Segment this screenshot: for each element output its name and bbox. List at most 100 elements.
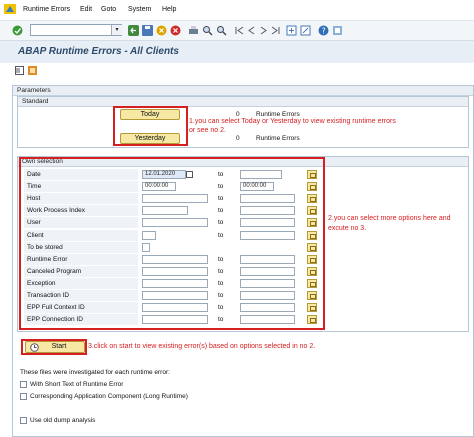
menu-edit[interactable]: Edit xyxy=(80,6,92,13)
first-page-icon[interactable] xyxy=(234,25,245,36)
multiple-selection-icon[interactable] xyxy=(307,267,317,276)
selection-to-field[interactable] xyxy=(240,231,295,240)
multiple-selection-icon[interactable] xyxy=(307,231,317,240)
selection-from-field[interactable] xyxy=(142,291,208,300)
short-text-checkbox[interactable] xyxy=(20,381,27,388)
calendar-icon[interactable] xyxy=(186,171,193,178)
selection-to-field[interactable] xyxy=(240,315,295,324)
standard-frame-header: Standard xyxy=(18,97,468,107)
yesterday-result-label: Runtime Errors xyxy=(256,135,300,142)
row-label-background xyxy=(24,169,138,180)
selection-label: EPP Connection ID xyxy=(27,316,83,323)
multiple-selection-icon[interactable] xyxy=(307,315,317,324)
command-field[interactable] xyxy=(30,24,122,36)
multiple-selection-icon[interactable] xyxy=(307,170,317,179)
sap-logo-icon xyxy=(4,4,16,14)
multiple-selection-icon[interactable] xyxy=(307,243,317,252)
page-title: ABAP Runtime Errors - All Clients xyxy=(18,46,179,57)
execute-clock-icon xyxy=(30,343,39,356)
multiple-selection-icon[interactable] xyxy=(307,206,317,215)
selection-label: Canceled Program xyxy=(27,268,82,275)
to-label: to xyxy=(218,195,224,202)
new-session-icon[interactable] xyxy=(286,25,297,36)
menu-system[interactable]: System xyxy=(128,6,151,13)
selection-to-field[interactable]: 00:00:00 xyxy=(240,182,274,191)
execute-icon[interactable] xyxy=(15,66,24,75)
selection-label: Work Process Index xyxy=(27,207,86,214)
yesterday-button[interactable]: Yesterday xyxy=(120,133,180,144)
selection-to-field[interactable] xyxy=(240,291,295,300)
find-icon[interactable] xyxy=(202,25,213,36)
back-icon[interactable] xyxy=(128,25,139,36)
to-label: to xyxy=(218,219,224,226)
selection-from-field[interactable] xyxy=(142,255,208,264)
customize-layout-icon[interactable] xyxy=(332,25,343,36)
selection-from-field[interactable] xyxy=(142,194,208,203)
old-dump-analysis-label: Use old dump analysis xyxy=(30,417,96,424)
application-component-checkbox[interactable] xyxy=(20,393,27,400)
application-toolbar xyxy=(0,63,474,79)
today-button[interactable]: Today xyxy=(120,109,180,120)
selection-from-field[interactable] xyxy=(142,243,150,252)
multiple-selection-icon[interactable] xyxy=(307,182,317,191)
selection-to-field[interactable] xyxy=(240,170,282,179)
enter-icon[interactable] xyxy=(12,25,23,36)
previous-page-icon[interactable] xyxy=(246,25,257,36)
svg-text:?: ? xyxy=(322,27,326,36)
selection-from-field[interactable] xyxy=(142,231,156,240)
files-intro-label: These files were investigated for each r… xyxy=(20,369,170,376)
row-label-background xyxy=(24,217,138,228)
command-dropdown-icon[interactable]: ▾ xyxy=(111,25,122,35)
multiple-selection-icon[interactable] xyxy=(307,255,317,264)
selection-to-field[interactable] xyxy=(240,279,295,288)
short-text-label: With Short Text of Runtime Error xyxy=(30,381,124,388)
to-label: to xyxy=(218,171,224,178)
selection-from-field[interactable] xyxy=(142,218,208,227)
selection-label: Date xyxy=(27,171,41,178)
selection-to-field[interactable] xyxy=(240,303,295,312)
old-dump-analysis-checkbox[interactable] xyxy=(20,417,27,424)
selection-from-field[interactable]: 12.01.2020 xyxy=(142,170,186,179)
yesterday-count: 0 xyxy=(236,135,240,142)
selection-label: Exception xyxy=(27,280,56,287)
selection-to-field[interactable] xyxy=(240,194,295,203)
selection-to-field[interactable] xyxy=(240,255,295,264)
selection-from-field[interactable]: 00:00:00 xyxy=(142,182,176,191)
menu-help[interactable]: Help xyxy=(162,6,176,13)
to-label: to xyxy=(218,292,224,299)
next-page-icon[interactable] xyxy=(258,25,269,36)
multiple-selection-icon[interactable] xyxy=(307,194,317,203)
selection-label: To be stored xyxy=(27,244,63,251)
help-icon[interactable]: ? xyxy=(318,25,329,36)
cancel-icon[interactable] xyxy=(170,25,181,36)
selection-label: Host xyxy=(27,195,41,202)
parameters-frame-header: Parameters xyxy=(13,86,473,96)
variant-icon[interactable] xyxy=(28,66,37,75)
multiple-selection-icon[interactable] xyxy=(307,303,317,312)
start-button[interactable]: Start xyxy=(25,341,85,353)
selection-from-field[interactable] xyxy=(142,267,208,276)
selection-from-field[interactable] xyxy=(142,315,208,324)
annotation-3: 3.click on start to view existing error(… xyxy=(88,343,316,350)
selection-from-field[interactable] xyxy=(142,303,208,312)
exit-icon[interactable] xyxy=(156,25,167,36)
selection-from-field[interactable] xyxy=(142,206,188,215)
find-next-icon[interactable] xyxy=(216,25,227,36)
to-label: to xyxy=(218,304,224,311)
selection-from-field[interactable] xyxy=(142,279,208,288)
selection-to-field[interactable] xyxy=(240,267,295,276)
print-icon[interactable] xyxy=(188,25,199,36)
last-page-icon[interactable] xyxy=(270,25,281,36)
multiple-selection-icon[interactable] xyxy=(307,291,317,300)
save-icon[interactable] xyxy=(142,25,153,36)
selection-to-field[interactable] xyxy=(240,218,295,227)
parameters-title: Parameters xyxy=(17,87,51,94)
multiple-selection-icon[interactable] xyxy=(307,218,317,227)
selection-to-field[interactable] xyxy=(240,206,295,215)
multiple-selection-icon[interactable] xyxy=(307,279,317,288)
annotation-1-line-2: or see no 2. xyxy=(189,127,226,134)
menu-goto[interactable]: Goto xyxy=(101,6,116,13)
to-label: to xyxy=(218,280,224,287)
shortcut-icon[interactable] xyxy=(300,25,311,36)
menu-runtime-errors[interactable]: Runtime Errors xyxy=(23,6,70,13)
